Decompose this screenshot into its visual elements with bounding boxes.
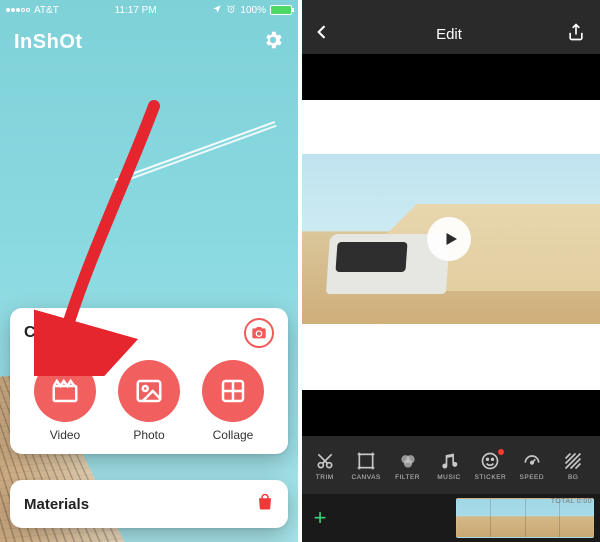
tool-speed[interactable]: SPEED [514, 451, 550, 481]
camera-icon [251, 325, 267, 341]
back-button[interactable] [312, 22, 332, 47]
share-button[interactable] [566, 22, 586, 47]
clapper-icon [50, 376, 80, 406]
video-frame[interactable] [298, 154, 600, 324]
materials-label: Materials [24, 496, 89, 513]
gear-icon [262, 29, 284, 51]
tool-music[interactable]: MUSIC [431, 451, 467, 481]
edit-toolbar: TRIM CANVAS FILTER MUSIC STICKER SPE [298, 436, 600, 494]
battery-pct: 100% [240, 5, 266, 16]
canvas-icon [356, 451, 376, 471]
create-video-button[interactable]: Video [24, 360, 106, 442]
video-label: Video [50, 428, 80, 442]
create-title: Create N [24, 324, 90, 342]
camera-button[interactable] [244, 318, 274, 348]
play-button[interactable] [427, 217, 471, 261]
inshot-edit-screen: Edit TRIM CANVAS [298, 0, 600, 542]
bg-icon [563, 451, 583, 471]
tool-trim[interactable]: TRIM [307, 451, 343, 481]
video-preview-area [298, 100, 600, 390]
settings-button[interactable] [262, 29, 284, 56]
collage-label: Collage [213, 428, 254, 442]
timeline-total-label: TOTAL 0:00 [551, 498, 592, 505]
tool-filter[interactable]: FILTER [390, 451, 426, 481]
materials-card[interactable]: Materials [10, 480, 288, 528]
edit-title: Edit [436, 26, 462, 43]
inshot-home-screen: AT&T 11:17 PM 100% InShOt Create [0, 0, 298, 542]
signal-dots [6, 8, 30, 12]
play-icon [442, 230, 460, 248]
sticker-icon [480, 451, 500, 471]
alarm-icon [226, 4, 236, 17]
create-photo-button[interactable]: Photo [108, 360, 190, 442]
grid-icon [218, 376, 248, 406]
clock-label: 11:17 PM [115, 5, 157, 16]
create-collage-button[interactable]: Collage [192, 360, 274, 442]
timeline: + TOTAL 0:00 [298, 494, 600, 542]
screenshot-divider [298, 0, 302, 542]
filter-icon [398, 451, 418, 471]
trim-icon [315, 451, 335, 471]
music-icon [439, 451, 459, 471]
tool-bg[interactable]: BG [555, 451, 591, 481]
bag-icon [256, 493, 274, 516]
edit-header: Edit [298, 0, 600, 54]
location-icon [212, 4, 222, 17]
speed-icon [522, 451, 542, 471]
chevron-left-icon [312, 22, 332, 42]
share-icon [566, 22, 586, 42]
image-icon [134, 376, 164, 406]
ios-status-bar: AT&T 11:17 PM 100% [0, 0, 298, 20]
badge-dot [498, 449, 504, 455]
battery-icon [270, 5, 292, 15]
carrier-label: AT&T [34, 5, 59, 16]
tool-sticker[interactable]: STICKER [472, 451, 508, 481]
create-new-card: Create N Video Photo Collage [10, 308, 288, 454]
tool-canvas[interactable]: CANVAS [348, 451, 384, 481]
app-logo-text: InShOt [14, 31, 83, 54]
photo-label: Photo [133, 428, 164, 442]
add-clip-button[interactable]: + [298, 494, 342, 542]
